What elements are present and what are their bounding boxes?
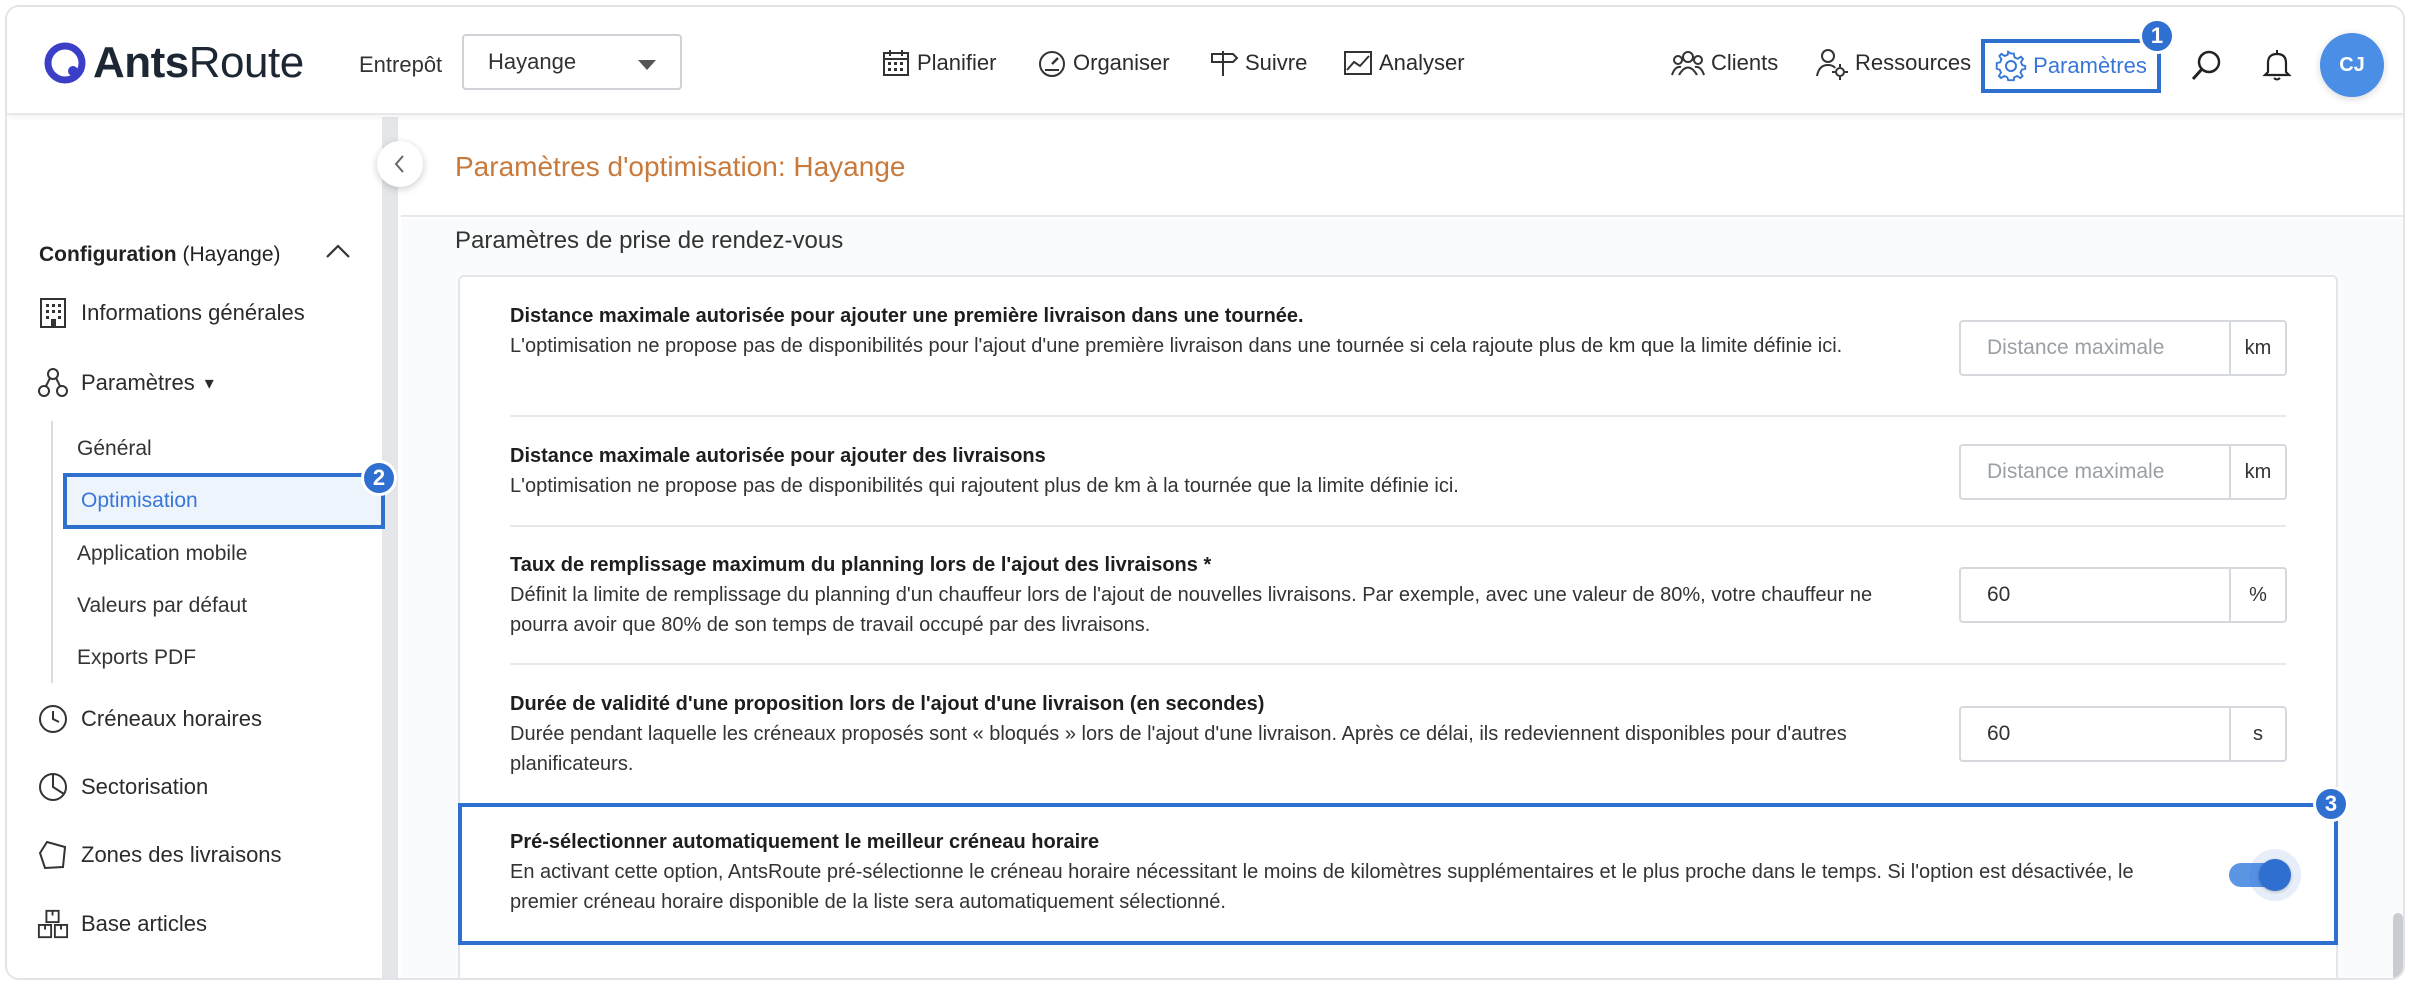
sidebar-scrollbar[interactable] bbox=[382, 117, 398, 978]
user-gear-icon bbox=[1816, 49, 1848, 80]
search-icon bbox=[2191, 50, 2221, 81]
collapse-sidebar-button[interactable] bbox=[377, 141, 423, 187]
setting-title: Pré-sélectionner automatiquement le meil… bbox=[510, 831, 1100, 853]
sidebar-item-label: Base articles bbox=[81, 911, 207, 936]
nav-suivre[interactable]: Suivre bbox=[1209, 47, 1307, 79]
step-badge-1: 1 bbox=[2139, 18, 2175, 54]
building-icon bbox=[40, 298, 66, 328]
warehouse-label: Entrepôt bbox=[359, 52, 443, 77]
nav-label: Paramètres bbox=[2033, 53, 2147, 78]
toggle-thumb bbox=[2259, 859, 2291, 891]
fill-rate-input[interactable] bbox=[1961, 569, 2229, 621]
notifications-button[interactable] bbox=[2259, 47, 2295, 83]
main-scrollbar[interactable] bbox=[2393, 219, 2403, 978]
section-title: Paramètres de prise de rendez-vous bbox=[455, 227, 844, 254]
top-header: AntsRoute Entrepôt Hayange Planifier Org… bbox=[7, 7, 2403, 115]
page-title: Paramètres d'optimisation: Hayange bbox=[455, 151, 906, 182]
sidebar-item-sectorisation[interactable]: Sectorisation bbox=[37, 767, 208, 807]
gauge-icon bbox=[1039, 51, 1065, 77]
boxes-icon bbox=[37, 909, 69, 939]
max-distance-first-field: km bbox=[1959, 320, 2287, 376]
sidebar-subitem-optimisation[interactable]: Optimisation bbox=[63, 473, 385, 529]
auto-select-toggle[interactable] bbox=[2229, 849, 2301, 901]
sidebar-subitem-application-mobile[interactable]: Application mobile bbox=[77, 542, 247, 566]
setting-description: L'optimisation ne propose pas de disponi… bbox=[510, 475, 1459, 497]
scrollbar-thumb[interactable] bbox=[2393, 913, 2403, 978]
nav-label: Organiser bbox=[1073, 50, 1170, 75]
max-distance-input[interactable] bbox=[1961, 446, 2229, 498]
nav-label: Ressources bbox=[1855, 50, 1972, 75]
polygon-icon bbox=[38, 840, 67, 870]
sidebar-item-creneaux[interactable]: Créneaux horaires bbox=[37, 699, 262, 739]
nav-organiser[interactable]: Organiser bbox=[1037, 47, 1170, 79]
bell-icon bbox=[2262, 50, 2292, 81]
divider bbox=[510, 663, 2286, 665]
setting-description: Durée pendant laquelle les créneaux prop… bbox=[510, 723, 1847, 775]
signpost-icon bbox=[1211, 51, 1239, 76]
nav-planifier[interactable]: Planifier bbox=[881, 47, 996, 79]
setting-description: L'optimisation ne propose pas de disponi… bbox=[510, 335, 1843, 357]
chevron-left-icon bbox=[394, 155, 404, 173]
sidebar-item-label: Informations générales bbox=[81, 300, 305, 325]
max-distance-field: km bbox=[1959, 444, 2287, 500]
gear-icon bbox=[1995, 50, 2027, 82]
sidebar-subitem-general[interactable]: Général bbox=[77, 437, 152, 461]
unit-label: km bbox=[2229, 446, 2285, 498]
warehouse-value: Hayange bbox=[488, 49, 577, 74]
calendar-icon bbox=[883, 50, 909, 76]
step-badge-3: 3 bbox=[2313, 786, 2349, 822]
nav-label: Analyser bbox=[1379, 50, 1465, 75]
user-avatar[interactable]: CJ bbox=[2320, 33, 2384, 97]
settings-nodes-icon bbox=[38, 368, 68, 397]
sidebar-item-label: Zones des livraisons bbox=[81, 842, 282, 867]
max-distance-first-input[interactable] bbox=[1961, 322, 2229, 374]
nav-label: Planifier bbox=[917, 50, 997, 75]
chevron-down-icon bbox=[638, 60, 656, 70]
logo-mark-icon bbox=[44, 42, 86, 84]
nav-clients[interactable]: Clients bbox=[1671, 47, 1778, 79]
users-icon bbox=[1671, 51, 1705, 76]
validity-input[interactable] bbox=[1961, 708, 2229, 760]
app-window: AntsRoute Entrepôt Hayange Planifier Org… bbox=[5, 5, 2405, 980]
divider bbox=[510, 525, 2286, 527]
nav-parametres[interactable]: Paramètres bbox=[1981, 39, 2161, 93]
page-header: Paramètres d'optimisation: Hayange bbox=[401, 117, 2403, 217]
antsroute-logo[interactable]: AntsRoute bbox=[43, 35, 304, 91]
sidebar-item-label: Sectorisation bbox=[81, 774, 209, 799]
unit-label: s bbox=[2229, 708, 2285, 760]
logo-text: AntsRoute bbox=[93, 38, 304, 87]
clock-icon bbox=[39, 705, 67, 733]
submenu-line bbox=[51, 421, 53, 683]
caret-down-icon: ▾ bbox=[204, 372, 214, 393]
chevron-up-icon[interactable] bbox=[325, 243, 351, 259]
validity-field: s bbox=[1959, 706, 2287, 762]
setting-description: En activant cette option, AntsRoute pré-… bbox=[510, 861, 2134, 913]
setting-description: Définit la limite de remplissage du plan… bbox=[510, 584, 1873, 636]
sidebar-item-informations[interactable]: Informations générales bbox=[37, 293, 305, 333]
sidebar-subitem-valeurs-par-defaut[interactable]: Valeurs par défaut bbox=[77, 594, 247, 618]
divider bbox=[510, 415, 2286, 417]
unit-label: % bbox=[2229, 569, 2285, 621]
sidebar-config-title[interactable]: Configuration (Hayange) bbox=[39, 243, 281, 267]
step-badge-2: 2 bbox=[361, 460, 397, 496]
nav-label: Suivre bbox=[1245, 50, 1308, 75]
sidebar-subitem-label: Optimisation bbox=[81, 489, 198, 512]
sidebar-item-label: Paramètres bbox=[81, 370, 195, 395]
search-button[interactable] bbox=[2189, 47, 2225, 83]
fill-rate-field: % bbox=[1959, 567, 2287, 623]
sidebar-item-base-articles[interactable]: Base articles bbox=[37, 904, 207, 944]
pie-icon bbox=[39, 773, 67, 801]
nav-ressources[interactable]: Ressources bbox=[1815, 47, 1972, 80]
sidebar-item-label: Créneaux horaires bbox=[81, 706, 262, 731]
nav-label: Clients bbox=[1711, 50, 1779, 75]
sidebar-subitem-exports-pdf[interactable]: Exports PDF bbox=[77, 646, 196, 670]
nav-analyser[interactable]: Analyser bbox=[1343, 47, 1465, 79]
warehouse-select[interactable]: Hayange bbox=[462, 34, 682, 90]
chart-icon bbox=[1344, 51, 1372, 75]
unit-label: km bbox=[2229, 322, 2285, 374]
sidebar-item-parametres[interactable]: Paramètres ▾ bbox=[37, 363, 214, 403]
setting-auto-select: Pré-sélectionner automatiquement le meil… bbox=[510, 827, 2290, 917]
sidebar-item-zones[interactable]: Zones des livraisons bbox=[37, 835, 282, 875]
